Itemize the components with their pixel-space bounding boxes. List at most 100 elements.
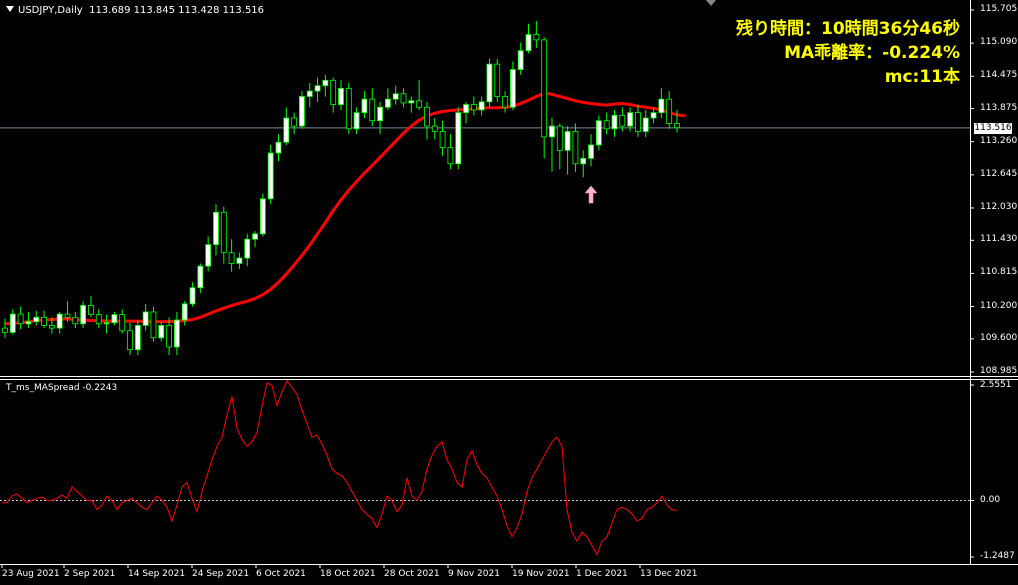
candle-body <box>549 125 555 138</box>
candle-body <box>134 325 141 351</box>
up-arrow-icon <box>584 185 598 204</box>
date-tick-label: 23 Aug 2021 <box>2 569 60 579</box>
candle-body <box>33 316 40 323</box>
symbol-label: USDJPY,Daily <box>18 5 83 16</box>
candle-body <box>627 112 634 127</box>
candle-body <box>9 313 16 333</box>
candle-body <box>431 125 438 132</box>
date-tick-label: 2 Sep 2021 <box>64 569 116 579</box>
candle-body <box>345 87 352 130</box>
candle-body <box>338 87 344 105</box>
candle-body <box>103 322 110 325</box>
indicator-line <box>2 379 678 556</box>
candle-body <box>306 90 313 97</box>
candle-body <box>353 112 360 130</box>
price-tick-label: 112.030 <box>980 201 1018 212</box>
chart-frame <box>0 0 1018 568</box>
candle-body <box>228 252 235 264</box>
candle-body <box>650 112 657 119</box>
candle-body <box>478 101 485 111</box>
price-tick-label: 114.475 <box>980 70 1018 81</box>
date-tick-label: 18 Oct 2021 <box>320 569 376 579</box>
candle-body <box>392 93 399 100</box>
candle-body <box>181 303 188 321</box>
symbol-header: USDJPY,Daily 113.689 113.845 113.428 113… <box>6 5 264 16</box>
candle-body <box>510 69 516 108</box>
candle-body <box>88 305 94 316</box>
candle-body <box>291 117 298 127</box>
candle-body <box>564 131 571 151</box>
candle-body <box>174 319 180 348</box>
candle-body <box>41 316 47 326</box>
candle-body <box>666 98 673 124</box>
candle-body <box>588 144 594 159</box>
candle-body <box>517 50 524 70</box>
date-tick-label: 24 Sep 2021 <box>192 569 250 579</box>
date-tick-label: 1 Dec 2021 <box>576 569 628 579</box>
candle-body <box>635 112 641 132</box>
ma-deviation-text: MA乖離率：-0.224% <box>784 43 960 63</box>
candle-body <box>244 238 251 259</box>
candle-body <box>314 85 321 92</box>
candle-body <box>674 122 680 129</box>
candle-body <box>408 100 415 104</box>
candle-body <box>541 39 548 138</box>
candle-body <box>158 325 165 339</box>
date-tick-label: 13 Dec 2021 <box>640 569 698 579</box>
date-tick-label: 28 Oct 2021 <box>384 569 440 579</box>
candle-body <box>533 34 540 41</box>
candle-body <box>470 104 477 111</box>
candle-body <box>556 125 563 151</box>
candle-body <box>299 96 305 127</box>
indicator-tick-label: -1.2487 <box>980 551 1015 561</box>
candle-body <box>502 96 508 108</box>
candle-body <box>416 100 423 108</box>
price-tick-label: 112.645 <box>980 168 1018 179</box>
candle-body <box>580 158 587 165</box>
candle-body <box>220 211 227 254</box>
candle-body <box>80 305 87 325</box>
price-tick-label: 109.600 <box>980 332 1018 343</box>
candle-body <box>439 131 446 149</box>
triangle-down-icon <box>6 6 14 12</box>
candle-body <box>166 325 172 348</box>
candle-body <box>322 79 329 87</box>
candle-body <box>377 106 383 122</box>
candle-body <box>25 321 32 325</box>
candle-body <box>525 34 532 52</box>
price-tick-label: 113.260 <box>980 135 1018 146</box>
candle-body <box>56 313 63 329</box>
candle-body <box>447 147 454 165</box>
price-tick-label: 108.985 <box>980 366 1018 376</box>
candle-body <box>189 287 196 305</box>
candle-body <box>17 313 24 325</box>
candle-body <box>142 311 149 326</box>
price-tick-label: 113.875 <box>980 102 1018 113</box>
date-tick-label: 9 Nov 2021 <box>448 569 500 579</box>
current-price-label: 113.516 <box>974 123 1012 134</box>
candle-body <box>259 198 266 235</box>
price-tick-label: 110.815 <box>980 267 1018 278</box>
candle-body <box>252 233 258 240</box>
remaining-time-text: 残り時間：10時間36分46秒 <box>736 19 960 39</box>
candle-body <box>595 120 602 146</box>
chart-shift-icon[interactable] <box>706 0 716 6</box>
candle-body <box>197 265 204 289</box>
candle-body <box>236 257 243 264</box>
ohlc-values: 113.689 113.845 113.428 113.516 <box>89 5 265 16</box>
chart-canvas <box>0 0 1018 568</box>
date-tick-label: 14 Sep 2021 <box>128 569 186 579</box>
indicator-title: T_ms_MASpread -0.2243 <box>6 383 118 393</box>
candle-body <box>611 114 618 130</box>
price-tick-label: 110.200 <box>980 300 1018 311</box>
date-tick-label: 19 Nov 2021 <box>512 569 570 579</box>
candle-body <box>424 106 430 127</box>
candle-body <box>455 112 462 165</box>
bar-count-text: mc:11本 <box>884 67 960 87</box>
candle-body <box>658 98 665 114</box>
price-tick-label: 115.705 <box>980 4 1018 14</box>
candle-body <box>572 131 579 165</box>
candle-body <box>384 98 391 108</box>
indicator-tick-label: 0.00 <box>980 494 1001 505</box>
price-tick-label: 115.090 <box>980 37 1018 48</box>
